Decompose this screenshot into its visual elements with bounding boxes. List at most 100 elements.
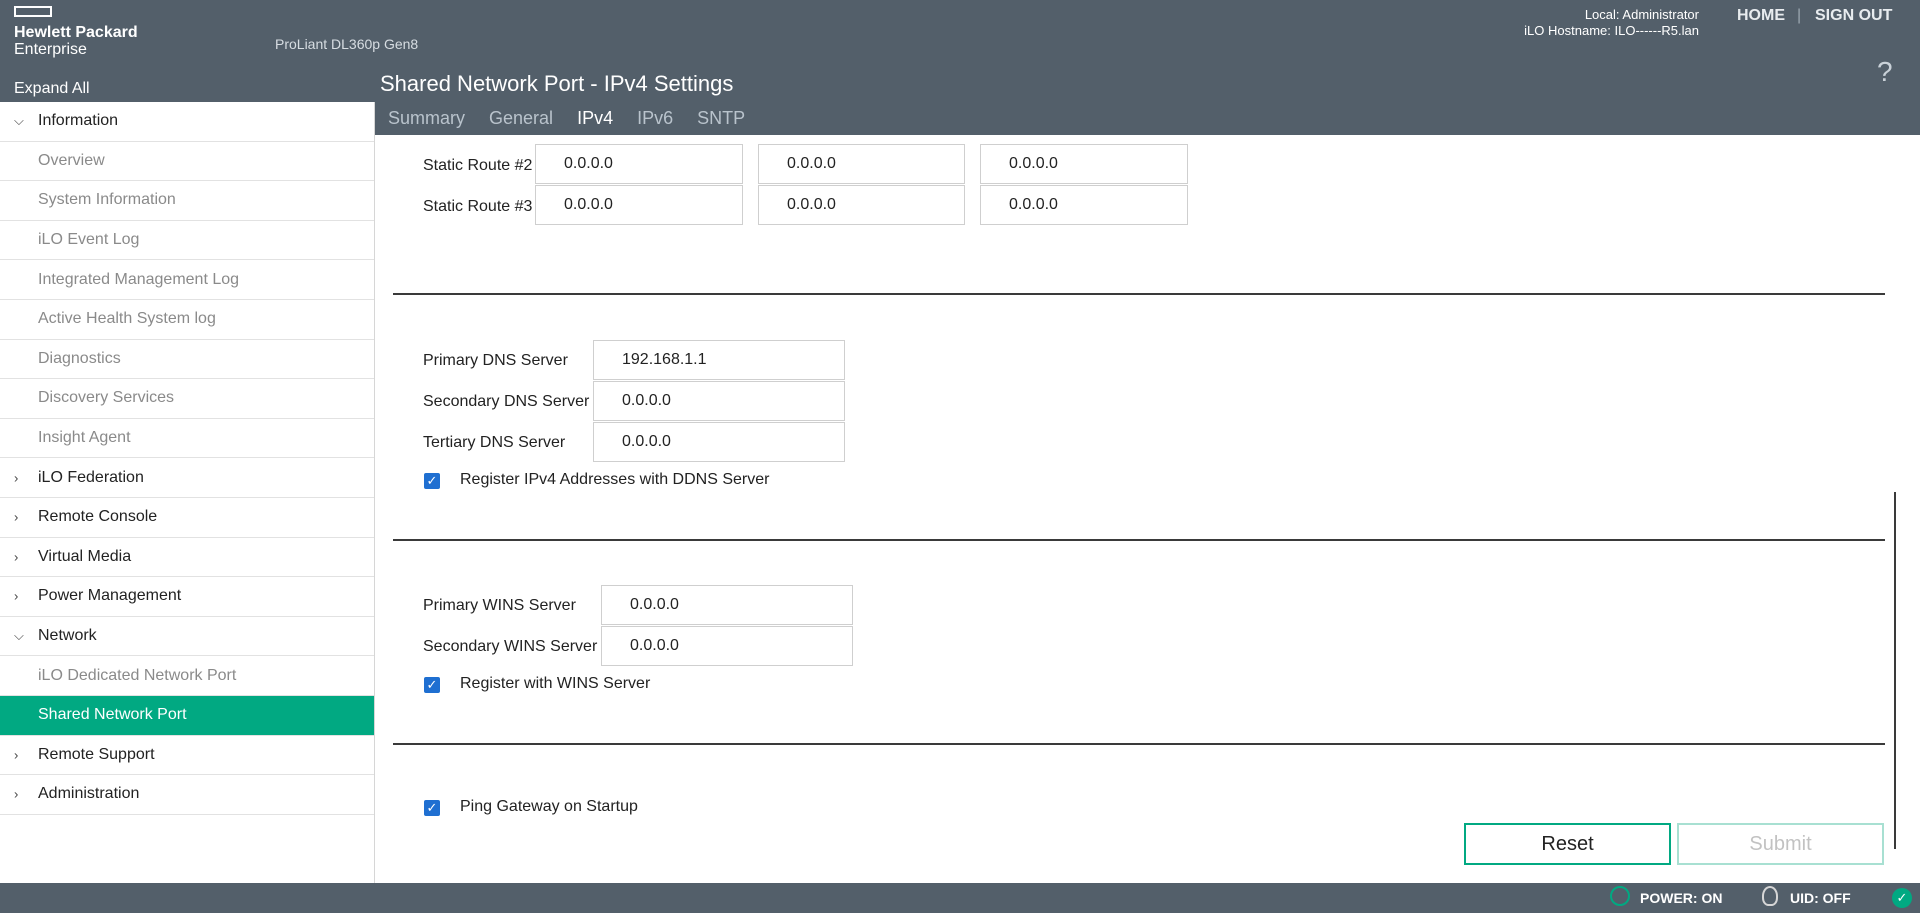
sidebar-item-integrated-management-log[interactable]: Integrated Management Log — [0, 260, 374, 300]
sidebar-item-ilo-dedicated-network-port[interactable]: iLO Dedicated Network Port — [0, 656, 374, 696]
static-route-2-gateway-input[interactable]: 0.0.0.0 — [980, 144, 1188, 184]
chevron-down-icon: ⌵ — [14, 113, 24, 129]
sidebar-item-label: Active Health System log — [38, 310, 216, 328]
wins-register-checkbox[interactable]: ✓ — [424, 677, 440, 693]
sidebar-item-remote-console[interactable]: › Remote Console — [0, 498, 374, 538]
reset-button[interactable]: Reset — [1464, 823, 1671, 865]
sidebar-item-diagnostics[interactable]: Diagnostics — [0, 340, 374, 380]
tab-ipv4[interactable]: IPv4 — [577, 108, 613, 129]
tab-summary[interactable]: Summary — [388, 108, 465, 129]
static-route-3-label: Static Route #3 — [423, 198, 533, 215]
main-content: Static Route #2 0.0.0.0 0.0.0.0 0.0.0.0 … — [375, 135, 1920, 883]
user-label: Local: Administrator — [1584, 7, 1699, 22]
sidebar-item-label: iLO Federation — [38, 468, 144, 486]
tab-general[interactable]: General — [489, 108, 553, 129]
chevron-down-icon: ⌵ — [14, 628, 24, 644]
secondary-wins-input[interactable]: 0.0.0.0 — [601, 626, 853, 666]
sidebar-item-label: iLO Event Log — [38, 231, 140, 249]
static-route-3-mask-input[interactable]: 0.0.0.0 — [758, 185, 965, 225]
health-ok-icon: ✓ — [1892, 888, 1912, 908]
sidebar-item-label: Insight Agent — [38, 429, 131, 447]
sidebar-item-active-health-system-log[interactable]: Active Health System log — [0, 300, 374, 340]
chevron-right-icon: › — [14, 509, 19, 525]
wins-register-label: Register with WINS Server — [460, 675, 651, 692]
scrollbar[interactable] — [1894, 492, 1896, 849]
sidebar-item-label: Remote Support — [38, 745, 155, 763]
primary-wins-label: Primary WINS Server — [423, 597, 576, 614]
section-divider — [393, 293, 1885, 295]
sidebar-item-label: Overview — [38, 151, 105, 169]
secondary-dns-label: Secondary DNS Server — [423, 393, 590, 410]
sidebar-item-label: iLO Dedicated Network Port — [38, 666, 237, 684]
sidebar-item-label: System Information — [38, 191, 176, 209]
sidebar: ⌵ Information Overview System Information iL… — [0, 102, 375, 883]
secondary-dns-input[interactable]: 0.0.0.0 — [593, 381, 845, 421]
uid-lightbulb-icon[interactable] — [1762, 886, 1778, 906]
brand-logo: Hewlett Packard Enterprise — [14, 24, 138, 58]
sidebar-item-label: Virtual Media — [38, 547, 132, 565]
brand-line-1: Hewlett Packard — [14, 24, 138, 41]
sidebar-item-power-management[interactable]: › Power Management — [0, 577, 374, 617]
sidebar-item-shared-network-port[interactable]: Shared Network Port — [0, 695, 374, 736]
power-icon — [1610, 886, 1630, 906]
primary-wins-input[interactable]: 0.0.0.0 — [601, 585, 853, 625]
chevron-right-icon: › — [14, 549, 19, 565]
page-title: Shared Network Port - IPv4 Settings — [380, 71, 734, 96]
ddns-label: Register IPv4 Addresses with DDNS Server — [460, 471, 770, 488]
sign-out-link[interactable]: SIGN OUT — [1815, 7, 1892, 25]
hostname-label: iLO Hostname: ILO------R5.lan — [1524, 23, 1699, 38]
sidebar-item-administration[interactable]: › Administration — [0, 775, 374, 815]
tab-bar: Summary General IPv4 IPv6 SNTP — [388, 108, 769, 129]
sidebar-item-system-information[interactable]: System Information — [0, 181, 374, 221]
tab-ipv6[interactable]: IPv6 — [637, 108, 673, 129]
static-route-3-destination-input[interactable]: 0.0.0.0 — [535, 185, 743, 225]
sidebar-item-overview[interactable]: Overview — [0, 142, 374, 182]
sidebar-item-virtual-media[interactable]: › Virtual Media — [0, 538, 374, 578]
sidebar-item-ilo-event-log[interactable]: iLO Event Log — [0, 221, 374, 261]
sidebar-item-label: Administration — [38, 785, 140, 803]
sidebar-item-insight-agent[interactable]: Insight Agent — [0, 419, 374, 459]
home-link[interactable]: HOME — [1737, 7, 1785, 25]
sidebar-item-label: Information — [38, 112, 119, 130]
static-route-3-gateway-input[interactable]: 0.0.0.0 — [980, 185, 1188, 225]
tertiary-dns-label: Tertiary DNS Server — [423, 434, 566, 451]
sidebar-item-label: Remote Console — [38, 508, 158, 526]
chevron-right-icon: › — [14, 470, 19, 486]
server-model: ProLiant DL360p Gen8 — [275, 36, 419, 52]
sidebar-item-label: Discovery Services — [38, 389, 175, 407]
user-info: Local: Administrator iLO Hostname: ILO--… — [1524, 7, 1699, 39]
sidebar-item-label: Integrated Management Log — [38, 270, 240, 288]
tertiary-dns-input[interactable]: 0.0.0.0 — [593, 422, 845, 462]
chevron-right-icon: › — [14, 588, 19, 604]
hpe-logo-icon — [14, 6, 52, 17]
sidebar-item-label: Network — [38, 627, 97, 645]
submit-button: Submit — [1677, 823, 1884, 865]
uid-status[interactable]: UID: OFF — [1790, 890, 1851, 906]
primary-dns-label: Primary DNS Server — [423, 352, 568, 369]
chevron-right-icon: › — [14, 786, 19, 802]
sidebar-item-information[interactable]: ⌵ Information — [0, 102, 374, 142]
ping-gateway-checkbox[interactable]: ✓ — [424, 800, 440, 816]
static-route-2-destination-input[interactable]: 0.0.0.0 — [535, 144, 743, 184]
section-divider — [393, 539, 1885, 541]
static-route-2-label: Static Route #2 — [423, 157, 533, 174]
expand-all-link[interactable]: Expand All — [14, 80, 90, 98]
sidebar-item-label: Shared Network Port — [38, 706, 187, 724]
ddns-checkbox[interactable]: ✓ — [424, 473, 440, 489]
nav-separator: | — [1797, 7, 1802, 24]
power-status: POWER: ON — [1640, 890, 1723, 906]
sidebar-item-label: Diagnostics — [38, 349, 121, 367]
chevron-right-icon: › — [14, 747, 19, 763]
tab-sntp[interactable]: SNTP — [697, 108, 745, 129]
sidebar-item-network[interactable]: ⌵ Network — [0, 617, 374, 657]
sidebar-item-discovery-services[interactable]: Discovery Services — [0, 379, 374, 419]
section-divider — [393, 743, 1885, 745]
primary-dns-input[interactable]: 192.168.1.1 — [593, 340, 845, 380]
status-bar: POWER: ON UID: OFF ✓ — [0, 883, 1920, 913]
sidebar-item-remote-support[interactable]: › Remote Support — [0, 736, 374, 776]
secondary-wins-label: Secondary WINS Server — [423, 638, 598, 655]
help-icon[interactable]: ? — [1877, 56, 1893, 88]
brand-line-2: Enterprise — [14, 41, 87, 58]
static-route-2-mask-input[interactable]: 0.0.0.0 — [758, 144, 965, 184]
sidebar-item-ilo-federation[interactable]: › iLO Federation — [0, 458, 374, 498]
